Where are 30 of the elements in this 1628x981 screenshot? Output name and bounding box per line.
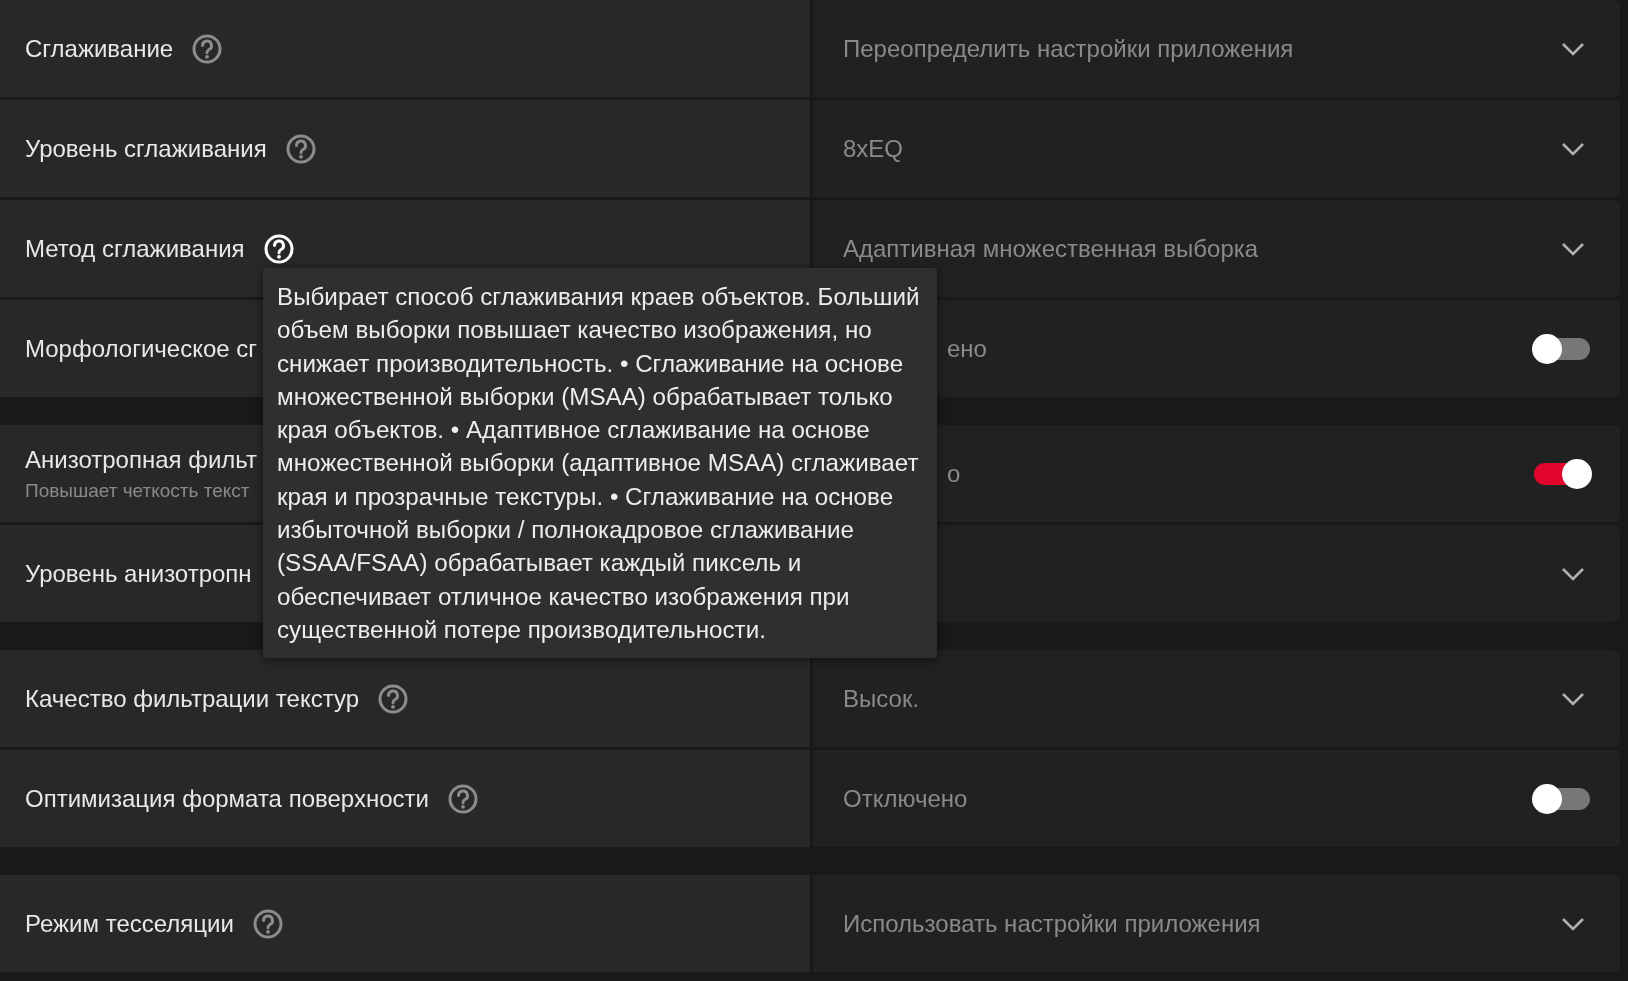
dropdown-field[interactable]: Переопределить настройки приложения	[813, 0, 1620, 97]
setting-value: Высок.	[843, 684, 920, 713]
setting-label: Сглаживание	[25, 34, 174, 63]
chevron-down-icon	[1560, 240, 1586, 257]
chevron-down-icon	[1560, 690, 1586, 707]
setting-label: Уровень сглаживания	[25, 134, 267, 163]
setting-value: Адаптивная множественная выборка	[843, 234, 1259, 263]
setting-label: Морфологическое сг	[25, 334, 258, 363]
chevron-down-icon	[1560, 40, 1586, 57]
setting-value: Переопределить настройки приложения	[843, 34, 1294, 63]
setting-value: 8xEQ	[843, 134, 904, 163]
setting-value: Использовать настройки приложения	[843, 909, 1261, 938]
setting-value: о	[947, 459, 961, 488]
setting-label: Оптимизация формата поверхности	[25, 784, 429, 813]
setting-description: Повышает четкость текст	[25, 479, 251, 502]
setting-label: Метод сглаживания	[25, 234, 245, 263]
chevron-down-icon	[1560, 915, 1586, 932]
setting-label: Режим тесселяции	[25, 909, 234, 938]
dropdown-field[interactable]: 8xEQ	[813, 100, 1620, 197]
help-icon[interactable]	[262, 232, 295, 265]
dropdown-field[interactable]: Использовать настройки приложения	[813, 875, 1620, 972]
setting-label: Анизотропная фильт	[25, 445, 257, 474]
setting-value: Отключено	[843, 784, 968, 813]
setting-value: ено	[947, 334, 987, 363]
setting-label: Качество фильтрации текстур	[25, 684, 360, 713]
chevron-down-icon	[1560, 565, 1586, 582]
chevron-down-icon	[1560, 140, 1586, 157]
setting-label: Уровень анизотропн	[25, 559, 252, 588]
tooltip: Выбирает способ сглаживания краев объектов. Больший объем выборки повышает качество изображения, но снижает производительность. • Сглаживание на основе множественной выборки (MSAA) обрабатывает только края объектов. • Адаптивное сглаживание на основе множественной выборки (адаптивное MSAA) сглаживает края и прозрачные текстуры. • Сглаживание на основе избыточной выборки / полнокадровое сглаживание (SSAA/FSAA) обрабатывает каждый пиксель и обеспечивает отличное качество изображения при существенной потере производительности.	[263, 268, 937, 659]
dropdown-field[interactable]: Высок.	[813, 650, 1620, 747]
